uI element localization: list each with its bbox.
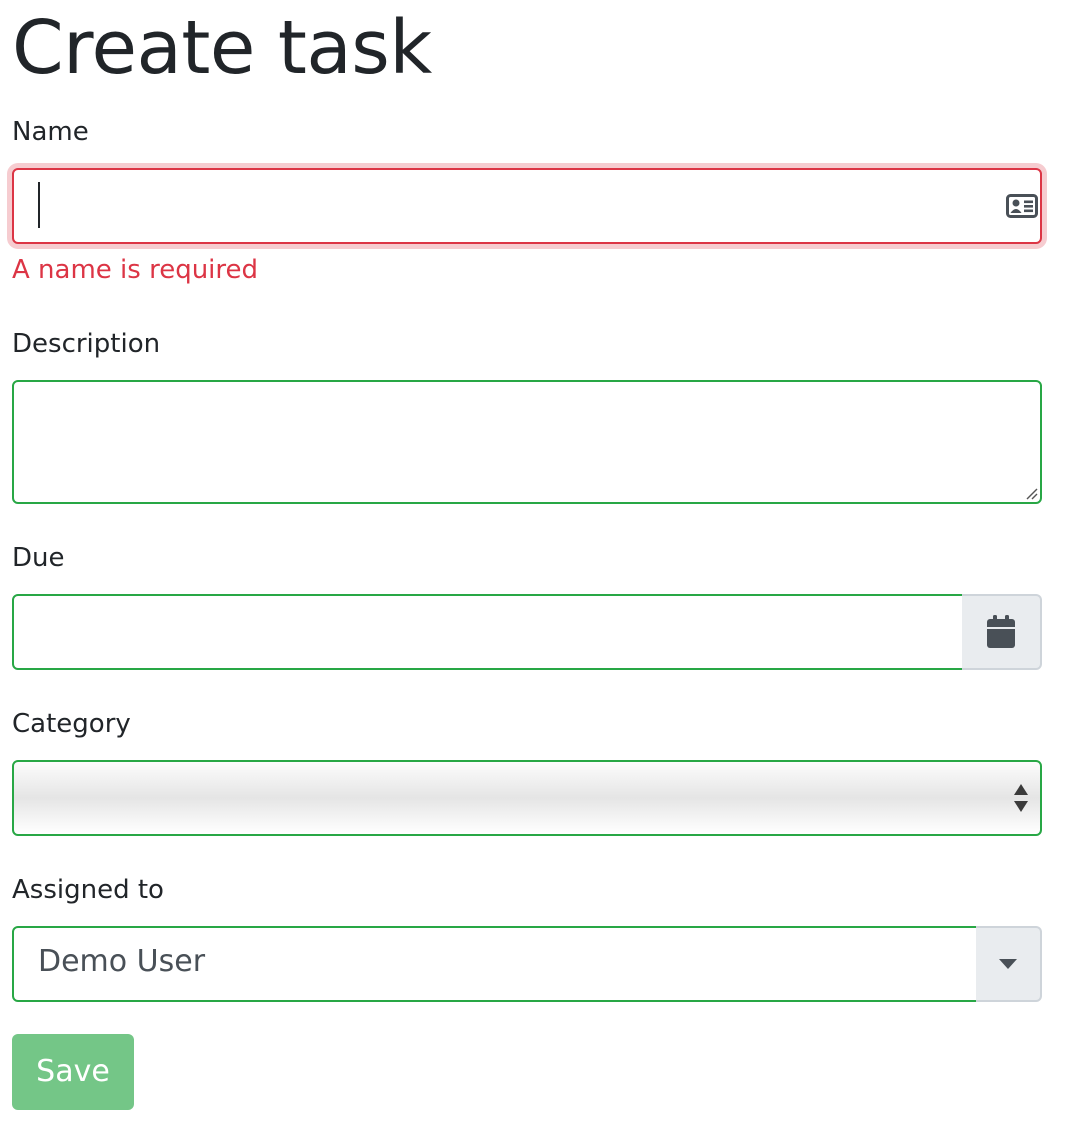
assigned-to-combobox[interactable]: Demo User (12, 926, 978, 1002)
select-arrows-icon (1014, 784, 1028, 812)
description-label: Description (12, 329, 161, 359)
category-label: Category (12, 709, 131, 739)
text-caret (38, 182, 40, 228)
assigned-to-value: Demo User (38, 944, 206, 979)
save-button[interactable]: Save (12, 1034, 134, 1110)
due-date-input[interactable] (12, 594, 964, 670)
calendar-icon (987, 615, 1015, 648)
caret-down-icon (999, 959, 1017, 969)
description-textarea[interactable] (12, 380, 1042, 504)
due-date-picker-button[interactable] (962, 594, 1042, 670)
assigned-to-dropdown-button[interactable] (976, 926, 1042, 1002)
id-card-icon (1006, 194, 1038, 218)
due-label: Due (12, 543, 65, 573)
name-error-message: A name is required (12, 255, 259, 285)
resize-grip-icon[interactable] (1026, 488, 1038, 500)
name-label: Name (12, 117, 89, 147)
page-title: Create task (12, 5, 432, 91)
assigned-to-label: Assigned to (12, 875, 164, 905)
category-select[interactable] (12, 760, 1042, 836)
name-input[interactable] (12, 168, 1042, 244)
